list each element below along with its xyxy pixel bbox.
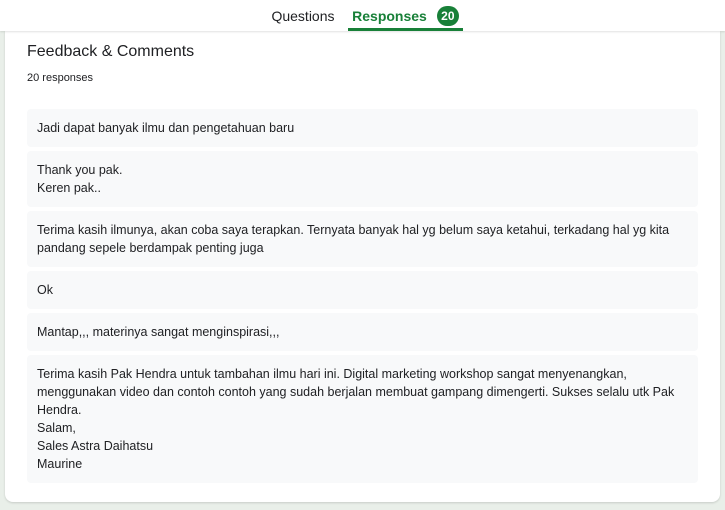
responses-count-badge: 20 xyxy=(436,5,459,26)
response-item: Terima kasih Pak Hendra untuk tambahan i… xyxy=(27,355,698,483)
tab-questions[interactable]: Questions xyxy=(262,0,344,31)
tab-responses-label: Responses xyxy=(352,7,427,24)
response-item: Jadi dapat banyak ilmu dan pengetahuan b… xyxy=(27,109,698,147)
tab-responses[interactable]: Responses 20 xyxy=(348,0,463,31)
response-item: Thank you pak. Keren pak.. xyxy=(27,151,698,207)
question-title: Feedback & Comments xyxy=(27,43,195,60)
response-list: Jadi dapat banyak ilmu dan pengetahuan b… xyxy=(27,109,698,487)
response-item: Ok xyxy=(27,271,698,309)
response-item: Terima kasih ilmunya, akan coba saya ter… xyxy=(27,211,698,267)
tab-questions-label: Questions xyxy=(271,7,335,24)
tab-bar: Questions Responses 20 xyxy=(0,0,725,31)
response-item: Mantap,,, materinya sangat menginspirasi… xyxy=(27,313,698,351)
response-count-text: 20 responses xyxy=(27,72,94,84)
question-summary-card: Feedback & Comments 20 responses Jadi da… xyxy=(5,31,720,502)
